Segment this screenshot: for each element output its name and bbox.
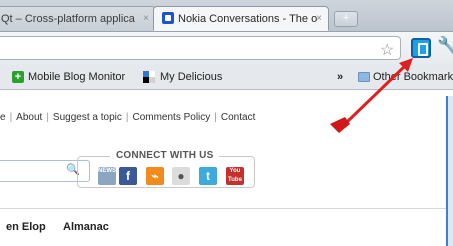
extension-icon[interactable] — [411, 38, 431, 58]
nav-link-contact[interactable]: Contact — [221, 112, 255, 123]
folder-icon — [358, 72, 370, 82]
tab-title: Nokia Conversations - The o — [178, 13, 318, 25]
podcast-icon[interactable]: ● — [172, 167, 190, 185]
tab-nokia-conversations[interactable]: Nokia Conversations - The o × — [153, 6, 329, 31]
menu-item-almanac[interactable]: Almanac — [63, 221, 109, 233]
facebook-icon[interactable]: f — [119, 167, 137, 185]
browser-toolbar: ☆ — [0, 32, 453, 65]
delicious-icon — [143, 71, 155, 83]
bookmark-mobile-blog-monitor[interactable]: Mobile Blog Monitor — [28, 71, 125, 83]
divider — [0, 208, 453, 209]
close-icon[interactable]: × — [143, 13, 149, 24]
bookmarks-bar: + Mobile Blog Monitor My Delicious » Oth… — [0, 65, 453, 90]
nav-link-comments-policy[interactable]: Comments Policy — [132, 112, 210, 123]
top-nav-links: e | About | Suggest a topic | Comments Policy |… — [0, 112, 256, 123]
nav-link-suggest-topic[interactable]: Suggest a topic — [53, 112, 122, 123]
star-icon[interactable]: ☆ — [380, 40, 394, 60]
connect-title: CONNECT WITH US — [110, 150, 220, 161]
tab-strip: Qt – Cross-platform applica × Nokia Conv… — [0, 0, 453, 32]
wrench-icon[interactable]: 🔧 — [437, 36, 453, 56]
tab-title: Qt – Cross-platform applica — [1, 13, 135, 25]
new-tab-button[interactable]: + — [334, 11, 358, 27]
youtube-icon[interactable]: You Tube — [226, 167, 244, 185]
rss-icon[interactable]: ⌁ — [146, 167, 164, 185]
bookmark-other-bookmarks[interactable]: Other Bookmarks — [373, 71, 453, 83]
news-icon[interactable]: NEWS — [98, 167, 116, 185]
nav-link-home[interactable]: e — [0, 112, 6, 123]
bookmark-my-delicious[interactable]: My Delicious — [160, 71, 222, 83]
tab-qt[interactable]: Qt – Cross-platform applica × — [0, 6, 156, 31]
nav-link-about[interactable]: About — [16, 112, 42, 123]
menu-item-elop[interactable]: en Elop — [6, 221, 46, 233]
bookmarks-overflow-chevron[interactable]: » — [337, 71, 343, 83]
plus-icon: + — [12, 71, 24, 83]
scrollbar[interactable] — [446, 96, 453, 246]
twitter-icon[interactable]: t — [199, 167, 217, 185]
nokia-favicon-icon — [162, 12, 174, 24]
close-icon[interactable]: × — [316, 13, 322, 24]
address-bar[interactable]: ☆ — [0, 36, 401, 60]
